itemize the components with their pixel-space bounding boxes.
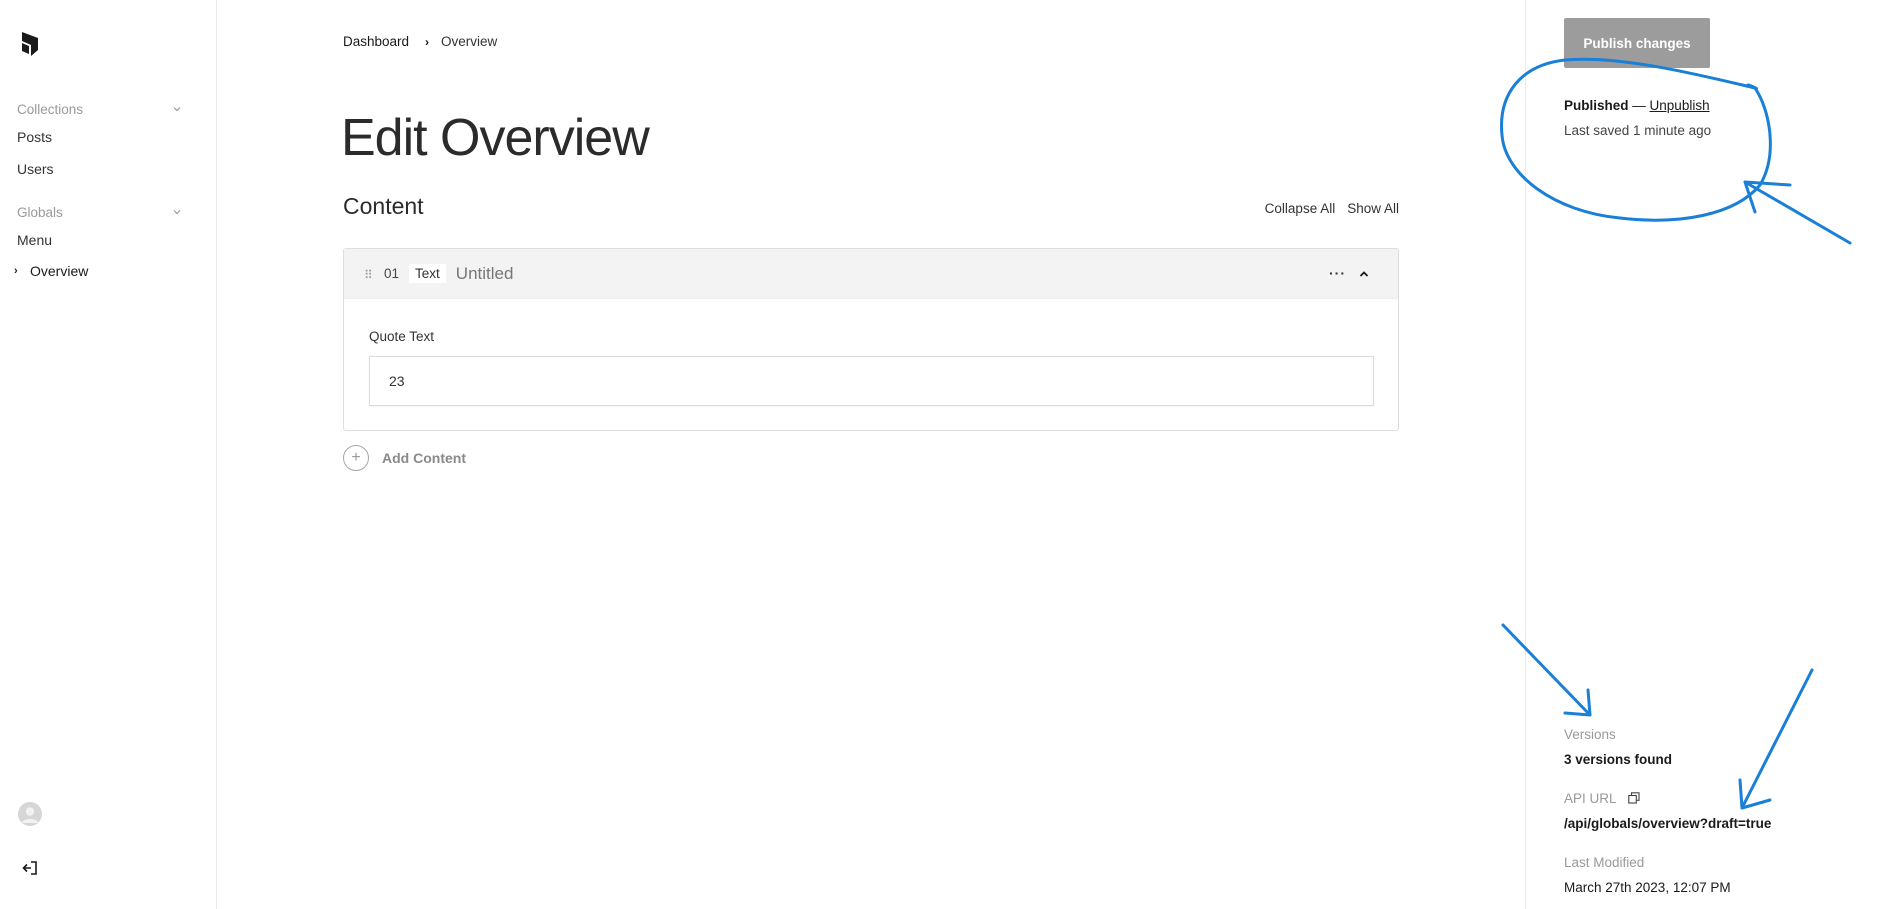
content-section-title: Content bbox=[343, 193, 424, 219]
add-content-button[interactable]: + Add Content bbox=[343, 445, 466, 471]
chevron-right-icon: › bbox=[14, 265, 18, 277]
breadcrumb-dashboard-link[interactable]: Dashboard bbox=[343, 34, 409, 49]
nav-group-collections[interactable]: Collections bbox=[17, 99, 182, 119]
document-sidebar: Publish changes Published — Unpublish La… bbox=[1525, 0, 1890, 909]
block-header[interactable]: ⠿ 01 Text Untitled ··· bbox=[344, 249, 1398, 299]
left-nav: Collections Posts Users Globals Menu › O… bbox=[0, 0, 217, 909]
block-label: Untitled bbox=[455, 263, 514, 283]
copy-icon[interactable] bbox=[1628, 792, 1640, 804]
nav-group-globals[interactable]: Globals bbox=[17, 202, 182, 222]
block-index: 01 bbox=[384, 266, 400, 281]
status-separator: — bbox=[1632, 98, 1646, 113]
last-saved-text: Last saved 1 minute ago bbox=[1564, 123, 1712, 138]
quote-text-input[interactable] bbox=[369, 356, 1374, 406]
versions-link[interactable]: 3 versions found bbox=[1564, 752, 1672, 767]
nav-item-menu[interactable]: Menu bbox=[17, 230, 52, 250]
collapse-all-button[interactable]: Collapse All bbox=[1265, 201, 1336, 216]
api-url-label: API URL bbox=[1564, 791, 1617, 806]
api-url-label-row: API URL bbox=[1564, 791, 1640, 806]
nav-item-label: Menu bbox=[17, 232, 53, 248]
publish-status: Published — Unpublish bbox=[1564, 98, 1710, 113]
breadcrumb-current: Overview bbox=[441, 34, 498, 49]
page-title: Edit Overview bbox=[341, 109, 650, 167]
drag-handle-icon[interactable]: ⠿ bbox=[364, 268, 374, 282]
versions-label: Versions bbox=[1564, 727, 1616, 742]
block-type-pill: Text bbox=[409, 264, 446, 283]
payload-logo-icon[interactable] bbox=[19, 30, 43, 58]
chevron-up-icon[interactable] bbox=[1358, 268, 1370, 280]
avatar-icon[interactable] bbox=[18, 802, 42, 826]
nav-group-label: Globals bbox=[17, 204, 63, 220]
api-url-link[interactable]: /api/globals/overview?draft=true bbox=[1564, 816, 1771, 831]
nav-group-label: Collections bbox=[17, 101, 84, 117]
nav-item-posts[interactable]: Posts bbox=[17, 127, 52, 147]
chevron-down-icon bbox=[173, 107, 181, 112]
show-all-button[interactable]: Show All bbox=[1347, 201, 1399, 216]
nav-item-overview[interactable]: › Overview bbox=[14, 261, 88, 281]
breadcrumb: Dashboard › Overview bbox=[343, 34, 497, 49]
content-block: ⠿ 01 Text Untitled ··· Quote Text bbox=[343, 248, 1399, 431]
add-content-label: Add Content bbox=[382, 450, 466, 466]
nav-item-label: Posts bbox=[17, 129, 53, 145]
nav-item-label: Overview bbox=[30, 263, 89, 279]
last-modified-label: Last Modified bbox=[1564, 855, 1645, 870]
plus-icon: + bbox=[343, 445, 369, 471]
more-options-icon[interactable]: ··· bbox=[1329, 265, 1346, 281]
user-silhouette-icon bbox=[22, 807, 38, 823]
nav-item-users[interactable]: Users bbox=[17, 159, 54, 179]
unpublish-link[interactable]: Unpublish bbox=[1650, 98, 1710, 113]
quote-text-label: Quote Text bbox=[369, 329, 435, 344]
last-modified-value: March 27th 2023, 12:07 PM bbox=[1564, 880, 1731, 895]
chevron-down-icon bbox=[173, 210, 181, 215]
publish-changes-button[interactable]: Publish changes bbox=[1564, 18, 1710, 68]
content-section-actions: Collapse All Show All bbox=[1265, 201, 1399, 216]
chevron-right-icon: › bbox=[425, 34, 430, 49]
nav-item-label: Users bbox=[17, 161, 54, 177]
status-text: Published bbox=[1564, 98, 1629, 113]
logout-icon[interactable] bbox=[20, 858, 40, 878]
